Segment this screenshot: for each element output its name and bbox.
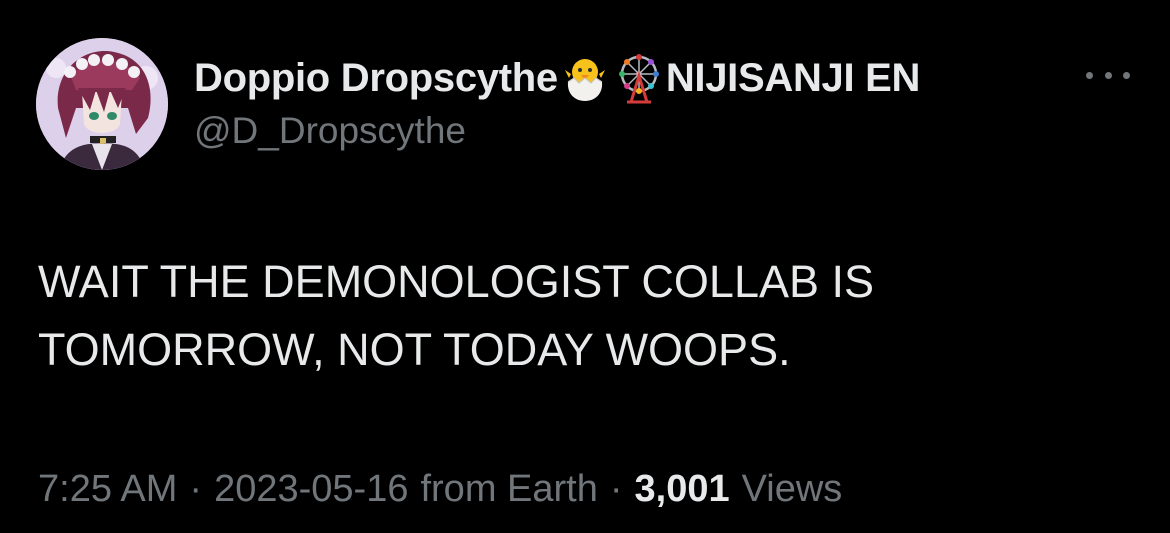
more-dot (1104, 71, 1112, 79)
ferris-wheel-icon (613, 52, 665, 104)
separator: · (609, 468, 623, 510)
avatar-image (36, 38, 168, 170)
tweet-text: WAIT THE DEMONOLOGIST COLLAB IS TOMORROW… (38, 248, 1128, 384)
display-name-row[interactable]: Doppio Dropscythe NIJISANJI EN (194, 52, 920, 104)
more-options-button[interactable] (1086, 62, 1130, 88)
views-label[interactable]: Views (742, 468, 843, 511)
display-name-org[interactable]: NIJISANJI EN (666, 56, 921, 101)
user-handle[interactable]: @D_Dropscythe (194, 110, 466, 152)
hatching-chick-icon (559, 52, 611, 104)
display-name[interactable]: Doppio Dropscythe (194, 56, 558, 101)
more-dot (1086, 71, 1093, 79)
tweet-date[interactable]: 2023-05-16 (214, 468, 408, 511)
tweet: Doppio Dropscythe NIJISANJI EN @D_Dropsc… (0, 0, 1170, 533)
tweet-text-line: TOMORROW, NOT TODAY WOOPS. (38, 324, 791, 375)
tweet-text-line: WAIT THE DEMONOLOGIST COLLAB IS (38, 256, 875, 307)
tweet-source: from Earth (420, 468, 598, 510)
views-count[interactable]: 3,001 (635, 468, 730, 511)
tweet-metadata: 7:25 AM · 2023-05-16 from Earth · 3,001 … (38, 468, 842, 511)
more-dot (1123, 71, 1130, 79)
separator: · (189, 468, 203, 510)
tweet-time[interactable]: 7:25 AM (38, 468, 177, 511)
avatar[interactable] (36, 38, 168, 170)
